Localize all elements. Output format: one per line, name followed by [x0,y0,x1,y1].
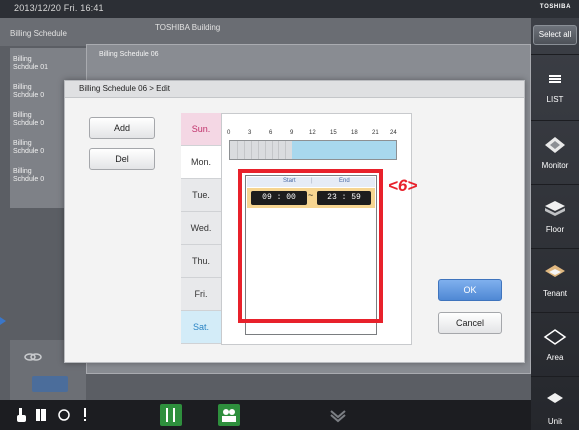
tab-friday[interactable]: Fri. [181,278,221,311]
monitor-icon [545,137,565,153]
tab-tuesday[interactable]: Tue. [181,179,221,212]
dialog-title: Billing Schedule 06 > Edit [79,84,170,93]
timeline-label: 21 [372,130,379,136]
tab-saturday[interactable]: Sat. [181,311,221,344]
book-icon[interactable] [34,406,48,424]
active-time-segment [292,141,396,159]
background-action-button[interactable] [32,376,68,392]
bottom-taskbar [0,400,531,430]
hand-pointer-icon[interactable] [14,406,28,424]
chevron-down-icon[interactable] [328,406,348,424]
list-icon [549,75,561,83]
hour-tick [250,141,252,159]
link-icon[interactable] [24,350,42,364]
timeline-label: 0 [227,130,231,136]
nav-area-button[interactable]: Area [531,312,579,370]
timeline-labels: 0 3 6 9 12 15 18 21 24 [226,130,398,140]
billing-icon[interactable] [160,404,182,426]
alert-icon[interactable] [80,406,90,424]
building-name: TOSHIBA Building [155,23,221,32]
hour-tick [278,141,280,159]
nav-tenant-label: Tenant [542,289,568,298]
date-time: 2013/12/20 Fri. 16:41 [14,3,104,13]
unit-icon [547,393,563,403]
dialog-header: Billing Schedule 06 > Edit [65,81,524,98]
cancel-button[interactable]: Cancel [438,312,502,334]
timeline-label: 18 [351,130,358,136]
add-button[interactable]: Add [89,117,155,139]
nav-tenant-button[interactable]: Tenant [531,248,579,306]
billing-schedule-tab[interactable]: Billing Schedule [10,29,67,38]
background-header: Billing Schedule TOSHIBA Building [0,18,531,46]
status-bar: 2013/12/20 Fri. 16:41 TOSHIBA [0,0,579,18]
list-item[interactable]: Billing Schdule 0 [13,168,53,184]
right-nav-panel: Select all LIST Monitor Floor Tenant Are… [531,18,579,430]
del-button[interactable]: Del [89,148,155,170]
hour-tick [264,141,266,159]
hour-tick [236,141,238,159]
hour-tick [257,141,259,159]
brand-logo: TOSHIBA [539,4,571,10]
timeline-label: 6 [269,130,273,136]
nav-floor-label: Floor [545,225,565,234]
tab-wednesday[interactable]: Wed. [181,212,221,245]
nav-area-label: Area [546,353,564,362]
tab-thursday[interactable]: Thu. [181,245,221,278]
timeline-label: 24 [390,130,397,136]
floor-icon [545,201,565,216]
screen: 2013/12/20 Fri. 16:41 TOSHIBA Billing Sc… [0,0,579,430]
list-item[interactable]: Billing Schdule 01 [13,56,53,72]
nav-unit-label: Unit [547,417,563,426]
nav-list-label: LIST [546,95,564,104]
hour-tick [243,141,245,159]
area-icon [543,329,567,345]
timeline-label: 3 [248,130,252,136]
background-panel-title: Billing Schedule 06 [99,51,159,58]
timeline-label: 9 [290,130,294,136]
gear-icon[interactable] [56,406,72,424]
select-all-button[interactable]: Select all [533,25,577,45]
nav-list-button[interactable]: LIST [531,54,579,112]
nav-monitor-label: Monitor [541,161,569,170]
tab-sunday[interactable]: Sun. [181,113,221,146]
group-icon[interactable] [218,404,240,426]
list-item[interactable]: Billing Schdule 0 [13,112,53,128]
ok-button[interactable]: OK [438,279,502,301]
tenant-icon [545,265,565,277]
list-item[interactable]: Billing Schdule 0 [13,140,53,156]
day-tabs: Sun. Mon. Tue. Wed. Thu. Fri. Sat. [181,113,221,345]
timeline-label: 12 [309,130,316,136]
annotation-highlight-box [238,169,383,323]
nav-floor-button[interactable]: Floor [531,184,579,242]
nav-monitor-button[interactable]: Monitor [531,120,579,178]
timeline-label: 15 [330,130,337,136]
left-arrow-icon [0,317,6,325]
list-item[interactable]: Billing Schdule 0 [13,84,53,100]
annotation-label: <6> [388,176,418,195]
tab-monday[interactable]: Mon. [181,146,221,179]
nav-unit-button[interactable]: Unit [531,376,579,430]
hour-tick [285,141,287,159]
day-timeline-bar[interactable] [229,140,397,160]
hour-tick [271,141,273,159]
